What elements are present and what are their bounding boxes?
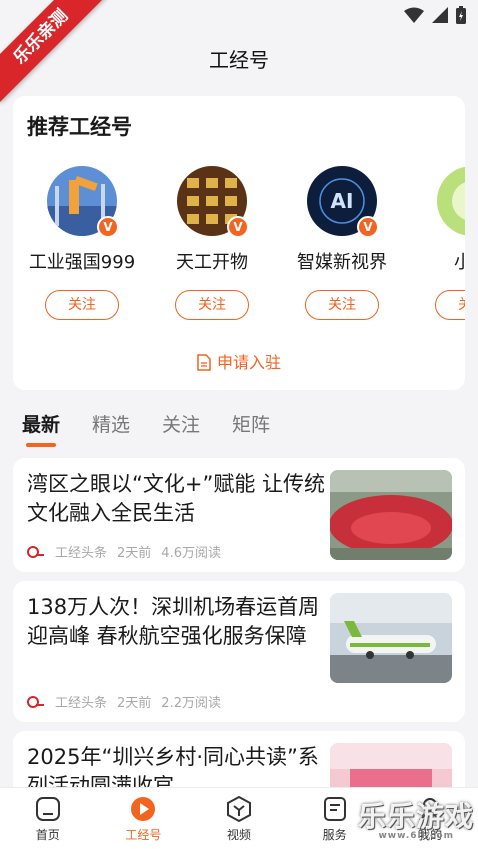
tab-matrix[interactable]: 矩阵 <box>232 410 270 437</box>
account-name: 小宝 <box>454 252 465 273</box>
news-time: 2天前 <box>117 546 152 561</box>
home-icon <box>35 797 60 821</box>
verified-badge: V <box>357 216 379 238</box>
recommend-title: 推荐工经号 <box>27 115 132 139</box>
news-reads: 2.2万阅读 <box>161 696 221 711</box>
verified-badge: V <box>97 216 119 238</box>
avatar[interactable]: AI V <box>307 166 379 238</box>
signal-icon <box>432 7 448 23</box>
follow-button[interactable]: 关注 <box>305 290 379 320</box>
tab-following[interactable]: 关注 <box>162 410 200 437</box>
follow-button[interactable]: 关注 <box>435 290 465 320</box>
watermark-text: 乐乐游戏 <box>358 800 475 833</box>
document-icon <box>197 354 211 371</box>
svg-text:AI: AI <box>331 189 354 213</box>
service-icon <box>323 797 346 821</box>
account-name: 工业强国999 <box>28 252 136 273</box>
tab-featured[interactable]: 精选 <box>92 410 130 437</box>
news-source: 工经头条 <box>55 546 108 561</box>
avatar[interactable] <box>437 166 465 236</box>
nav-gongjinghao-label: 工经号 <box>125 828 162 842</box>
nav-home[interactable]: 首页 <box>13 788 83 849</box>
watermark: 乐乐游戏 www.6ll.com <box>358 795 478 841</box>
nav-gongjinghao[interactable]: 工经号 <box>108 788 178 849</box>
avatar[interactable]: V <box>177 166 249 238</box>
news-source: 工经头条 <box>55 696 108 711</box>
account-name: 智媒新视界 <box>297 252 387 273</box>
apply-join-link[interactable]: 申请入驻 <box>13 349 465 373</box>
account-item[interactable]: V 工业强国999 关注 <box>17 166 147 320</box>
video-icon <box>226 796 251 822</box>
news-meta: 工经头条 2天前 4.6万阅读 <box>27 542 221 561</box>
nav-video[interactable]: 视频 <box>204 788 274 849</box>
source-logo-icon <box>27 545 44 558</box>
status-icons <box>404 6 466 24</box>
nav-home-label: 首页 <box>35 828 60 842</box>
tab-latest[interactable]: 最新 <box>22 410 60 447</box>
news-reads: 4.6万阅读 <box>161 546 221 561</box>
news-card[interactable]: 138万人次！深圳机场春运首周迎高峰 春秋航空强化服务保障 工经头条 2天前 2… <box>13 581 465 722</box>
news-card[interactable]: 湾区之眼以“文化+”赋能 让传统文化融入全民生活 工经头条 2天前 4.6万阅读 <box>13 458 465 572</box>
feed-tabs: 最新 精选 关注 矩阵 <box>22 410 270 447</box>
account-name: 天工开物 <box>176 252 248 273</box>
verified-badge: V <box>227 216 249 238</box>
nav-service-label: 服务 <box>322 828 347 842</box>
avatar[interactable]: V <box>47 166 119 238</box>
follow-button[interactable]: 关注 <box>45 290 119 320</box>
account-item[interactable]: AI V 智媒新视界 关注 <box>277 166 407 320</box>
apply-join-label: 申请入驻 <box>216 353 281 372</box>
page-title: 工经号 <box>209 48 269 72</box>
news-title[interactable]: 138万人次！深圳机场春运首周迎高峰 春秋航空强化服务保障 <box>27 593 327 651</box>
news-time: 2天前 <box>117 696 152 711</box>
news-thumbnail[interactable] <box>330 470 452 560</box>
account-item[interactable]: V 天工开物 关注 <box>147 166 277 320</box>
source-logo-icon <box>27 695 44 708</box>
account-item[interactable]: 小宝 关注 <box>407 166 465 320</box>
news-thumbnail[interactable] <box>330 593 452 683</box>
recommend-card: 推荐工经号 V 工业强国999 关注 V 天工开物 关注 AI V 智媒新视界 … <box>13 96 465 390</box>
wifi-icon <box>404 7 424 23</box>
news-title[interactable]: 湾区之眼以“文化+”赋能 让传统文化融入全民生活 <box>27 470 327 528</box>
news-meta: 工经头条 2天前 2.2万阅读 <box>27 692 221 711</box>
follow-button[interactable]: 关注 <box>175 290 249 320</box>
play-icon <box>131 797 156 821</box>
battery-icon <box>456 6 466 24</box>
nav-video-label: 视频 <box>226 828 251 842</box>
